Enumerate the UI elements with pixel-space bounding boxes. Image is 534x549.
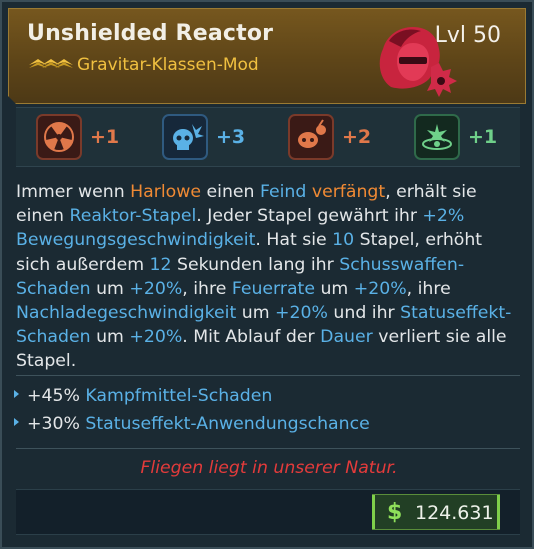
skill-bonus-1: +1 (16, 114, 126, 162)
skill-bonus-3: +2 (268, 114, 378, 162)
price-value: 124.631 (415, 502, 494, 524)
item-card: Unshielded Reactor Lvl 50 Gravitar-Klass… (0, 0, 534, 549)
price-bar: $ 124.631 (16, 489, 520, 535)
section-divider (16, 375, 520, 376)
skill-bonus-4: +1 (394, 114, 504, 162)
orbit-skill-icon (414, 114, 460, 160)
item-name: Unshielded Reactor (27, 21, 274, 46)
skill-bonus-value: +2 (342, 126, 372, 148)
flavor-text: Fliegen liegt in unserer Natur. (140, 458, 398, 478)
stat-label: Kampfmittel-Schaden (85, 386, 273, 406)
bomb-skill-icon (288, 114, 334, 160)
dollar-icon: $ (387, 500, 403, 525)
skill-bonus-value: +3 (216, 126, 246, 148)
section-divider (16, 448, 520, 449)
stat-value: +45% (27, 386, 80, 406)
radiation-skill-icon (36, 114, 82, 160)
bullet-triangle-icon (14, 418, 19, 426)
item-description: Immer wenn Harlowe einen Feind verfängt,… (16, 182, 512, 372)
skill-bonus-row: +1 +3 +2 +1 (16, 107, 520, 167)
stat-line-2: +30% Statuseffekt-Anwendungschance (14, 414, 370, 434)
legendary-chevrons-icon (29, 59, 73, 68)
skill-bonus-value: +1 (468, 126, 498, 148)
item-header: Unshielded Reactor Lvl 50 Gravitar-Klass… (8, 8, 526, 104)
bullet-triangle-icon (14, 390, 19, 398)
stat-line-1: +45% Kampfmittel-Schaden (14, 386, 272, 406)
harlowe-portrait-icon (379, 27, 457, 97)
skill-bonus-value: +1 (90, 126, 120, 148)
stat-value: +30% (27, 414, 80, 434)
skull-skill-icon (162, 114, 208, 160)
skill-bonus-2: +3 (142, 114, 252, 162)
price-box: $ 124.631 (372, 494, 500, 530)
item-type: Gravitar-Klassen-Mod (77, 55, 259, 75)
stat-label: Statuseffekt-Anwendungschance (85, 414, 370, 434)
